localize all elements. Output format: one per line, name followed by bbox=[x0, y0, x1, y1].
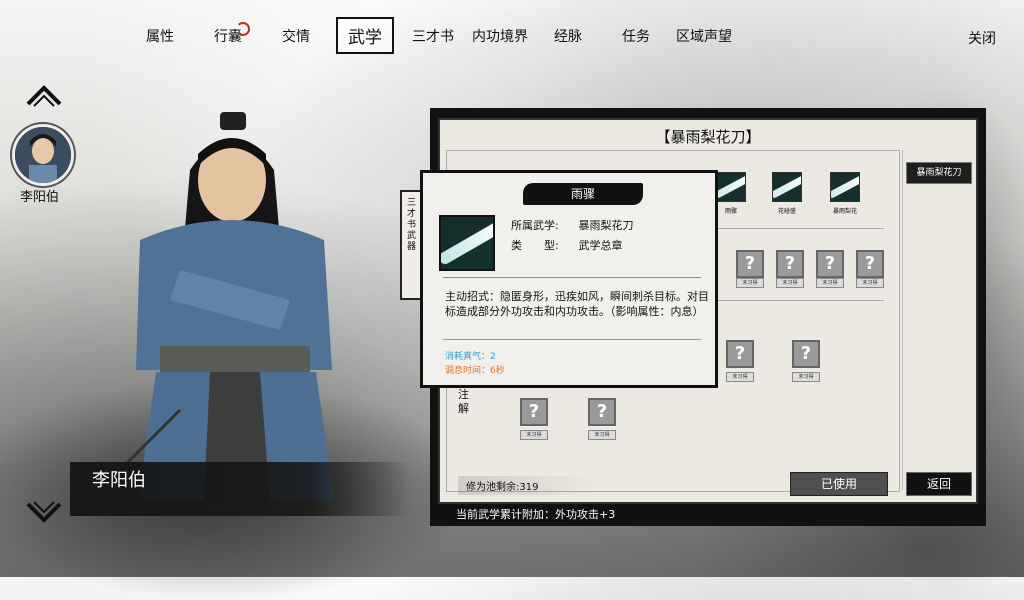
skill-list-column bbox=[902, 150, 975, 490]
locked-skill-slot[interactable]: ? bbox=[726, 340, 754, 368]
tooltip-divider bbox=[443, 277, 701, 278]
locked-skill-slot[interactable]: ? bbox=[520, 398, 548, 426]
skill-caption: 暴雨梨花 bbox=[832, 208, 857, 215]
skill-tooltip: 雨骤 所属武学: 暴雨梨花刀 类 型: 武学总章 主动招式：隐匿身形，迅疾如风，… bbox=[420, 170, 718, 388]
arrow-up-icon[interactable] bbox=[24, 82, 64, 108]
panel-title: 【暴雨梨花刀】 bbox=[655, 128, 761, 146]
tab-attributes[interactable]: 属性 bbox=[146, 26, 174, 46]
tab-martial-arts[interactable]: 武学 bbox=[336, 17, 394, 54]
arrow-down-icon[interactable] bbox=[24, 500, 64, 526]
side-tab-label: 三才书武器 bbox=[407, 198, 417, 252]
locked-skill-slot[interactable]: ? bbox=[776, 250, 804, 278]
locked-skill-slot[interactable]: ? bbox=[588, 398, 616, 426]
skill-slot-baoyulihua[interactable] bbox=[830, 172, 860, 202]
tooltip-cooldown: 调息时间：6秒 bbox=[445, 366, 505, 376]
locked-skill-caption: 未习得 bbox=[588, 430, 616, 440]
tooltip-qi-cost: 消耗真气：2 bbox=[445, 352, 496, 362]
locked-skill-slot[interactable]: ? bbox=[856, 250, 884, 278]
tab-reputation[interactable]: 区域声望 bbox=[676, 26, 732, 46]
tab-inner-realm[interactable]: 内功境界 bbox=[472, 26, 528, 46]
tab-three-books[interactable]: 三才书 bbox=[412, 26, 454, 46]
skill-tab-baoyu[interactable]: 暴雨梨花刀 bbox=[906, 162, 972, 184]
tab-quests[interactable]: 任务 bbox=[622, 26, 650, 46]
character-figure bbox=[120, 112, 334, 500]
close-button[interactable]: 关闭 bbox=[968, 28, 996, 48]
skill-caption: 花碰盛 bbox=[777, 208, 796, 215]
tooltip-skill-name: 雨骤 bbox=[523, 183, 643, 205]
tab-friendship[interactable]: 交情 bbox=[282, 26, 310, 46]
locked-skill-caption: 未习得 bbox=[792, 372, 820, 382]
avatar-face-icon bbox=[15, 127, 71, 183]
locked-skill-caption: 未习得 bbox=[736, 278, 764, 288]
annotate-label[interactable]: 注解 bbox=[458, 388, 472, 416]
locked-skill-slot[interactable]: ? bbox=[792, 340, 820, 368]
skill-slash-icon bbox=[439, 215, 495, 271]
tooltip-type-value: 武学总章 bbox=[578, 239, 623, 252]
tooltip-school-row: 所属武学: 暴雨梨花刀 bbox=[511, 217, 634, 233]
tooltip-type-key: 类 型: bbox=[511, 239, 559, 252]
tooltip-school-value: 暴雨梨花刀 bbox=[578, 219, 634, 232]
martial-bonus-footer: 当前武学累计附加：外功攻击+3 bbox=[456, 508, 616, 521]
used-button[interactable]: 已使用 bbox=[790, 472, 888, 496]
locked-skill-caption: 未习得 bbox=[856, 278, 884, 288]
character-portrait[interactable] bbox=[12, 124, 74, 186]
tooltip-type-row: 类 型: 武学总章 bbox=[511, 237, 623, 253]
locked-skill-slot[interactable]: ? bbox=[736, 250, 764, 278]
locked-skill-caption: 未习得 bbox=[520, 430, 548, 440]
locked-skill-caption: 未习得 bbox=[776, 278, 804, 288]
tooltip-description: 主动招式：隐匿身形，迅疾如风，瞬间刺杀目标。对目标造成部分外功攻击和内功攻击。（… bbox=[445, 290, 709, 318]
locked-skill-slot[interactable]: ? bbox=[816, 250, 844, 278]
skill-slot-huapengsheng[interactable] bbox=[772, 172, 802, 202]
cultivation-pool: 修为池剩余:319 bbox=[458, 476, 599, 495]
top-nav: 属性 行囊 交情 武学 三才书 内功境界 经脉 任务 区域声望 关闭 bbox=[0, 0, 1024, 66]
back-button[interactable]: 返回 bbox=[906, 472, 972, 496]
locked-skill-caption: 未习得 bbox=[726, 372, 754, 382]
character-name: 李阳伯 bbox=[92, 470, 146, 491]
tooltip-school-key: 所属武学: bbox=[511, 219, 559, 232]
skill-slot-yuzhou[interactable] bbox=[716, 172, 746, 202]
locked-skill-caption: 未习得 bbox=[816, 278, 844, 288]
tooltip-divider bbox=[443, 339, 701, 340]
tab-meridians[interactable]: 经脉 bbox=[554, 26, 582, 46]
portrait-name-label: 李阳伯 bbox=[20, 190, 60, 205]
notification-dot-icon bbox=[236, 22, 250, 36]
